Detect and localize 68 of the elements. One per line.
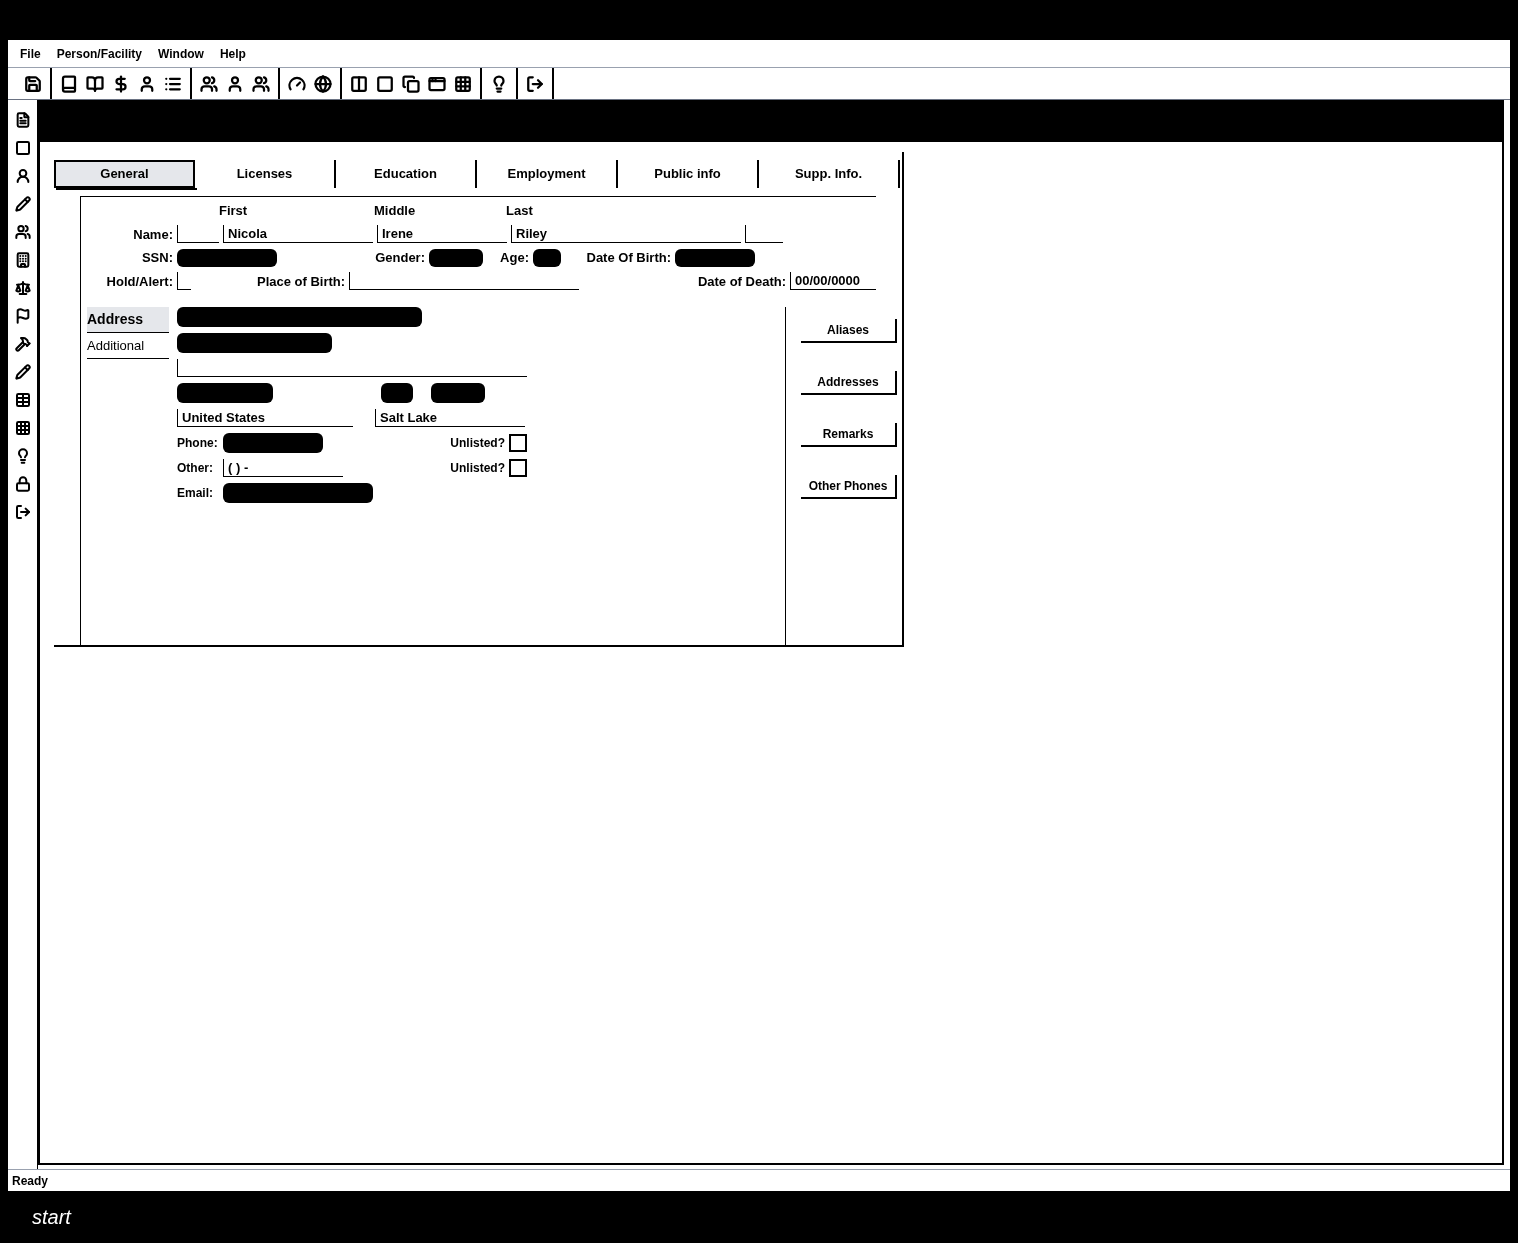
menu-item[interactable]: Help	[219, 44, 246, 63]
checkbox[interactable]	[509, 434, 527, 452]
dollar-icon[interactable]	[112, 74, 130, 93]
action-button[interactable]: Addresses	[801, 371, 897, 395]
window-icon[interactable]	[428, 74, 446, 93]
pencil-icon[interactable]	[14, 196, 31, 212]
text-field[interactable]: ( ) -	[223, 459, 343, 477]
text-field[interactable]: Riley	[511, 225, 741, 244]
building-icon[interactable]	[14, 252, 31, 268]
square-icon[interactable]	[376, 74, 394, 93]
column-label: Middle	[374, 202, 417, 220]
grid-icon[interactable]	[14, 420, 31, 436]
copy-icon[interactable]	[402, 74, 420, 93]
column-label: First	[219, 202, 249, 220]
field-label: Date of Death:	[697, 272, 786, 291]
text-field[interactable]: United States	[177, 409, 353, 427]
menu-item[interactable]: Window	[158, 44, 204, 63]
action-button[interactable]: Remarks	[801, 423, 897, 447]
person-icon[interactable]	[14, 168, 31, 184]
hammer-icon[interactable]	[14, 336, 31, 352]
exit-icon[interactable]	[14, 504, 31, 520]
column-label: Last	[506, 202, 533, 220]
people-icon[interactable]	[14, 224, 31, 240]
menu-item[interactable]: Person/Facility	[56, 44, 143, 63]
field-label: Hold/Alert:	[105, 272, 173, 291]
pencil-icon[interactable]	[14, 364, 31, 380]
checkbox[interactable]	[509, 459, 527, 477]
start-button[interactable]: start	[32, 1202, 71, 1232]
lightbulb-icon[interactable]	[490, 74, 508, 93]
open-book-icon[interactable]	[86, 74, 104, 93]
grid-icon[interactable]	[454, 74, 472, 93]
field-label: Unlisted?	[450, 460, 505, 477]
field-label: Unlisted?	[450, 435, 505, 452]
columns-icon[interactable]	[350, 74, 368, 93]
text-field[interactable]: Salt Lake	[375, 409, 525, 427]
people-icon[interactable]	[200, 74, 218, 93]
text-field[interactable]: Nicola	[223, 225, 373, 244]
people-icon[interactable]	[252, 74, 270, 93]
field-label: Place of Birth:	[257, 272, 346, 291]
field-label: SSN:	[140, 249, 173, 267]
section-tab[interactable]: Address	[87, 307, 169, 333]
action-button[interactable]: Aliases	[801, 319, 897, 343]
field-label: Email:	[177, 485, 214, 502]
text-field[interactable]: Irene	[377, 225, 507, 244]
menu-item[interactable]: File	[20, 44, 41, 63]
square-icon[interactable]	[14, 140, 31, 156]
flag-icon[interactable]	[14, 308, 31, 324]
field-label: Phone:	[177, 435, 219, 452]
save-icon[interactable]	[24, 74, 42, 93]
scale-icon[interactable]	[14, 280, 31, 296]
field-label: Gender:	[375, 249, 425, 267]
status-text: Ready	[12, 1172, 49, 1190]
document-icon[interactable]	[14, 112, 31, 128]
tab[interactable]: General	[54, 160, 195, 188]
exit-icon[interactable]	[526, 74, 544, 93]
person-icon[interactable]	[226, 74, 244, 93]
globe-icon[interactable]	[314, 74, 332, 93]
action-button[interactable]: Other Phones	[801, 475, 897, 499]
table-icon[interactable]	[14, 392, 31, 408]
book-icon[interactable]	[60, 74, 78, 93]
gauge-icon[interactable]	[288, 74, 306, 93]
field-label: Age:	[500, 249, 529, 267]
text-field[interactable]: 00/00/0000	[790, 272, 876, 291]
field-label: Date Of Birth:	[586, 249, 671, 267]
lock-icon[interactable]	[14, 476, 31, 492]
field-label: Name:	[132, 225, 173, 244]
person-icon[interactable]	[138, 74, 156, 93]
field-label: Other:	[177, 460, 214, 477]
